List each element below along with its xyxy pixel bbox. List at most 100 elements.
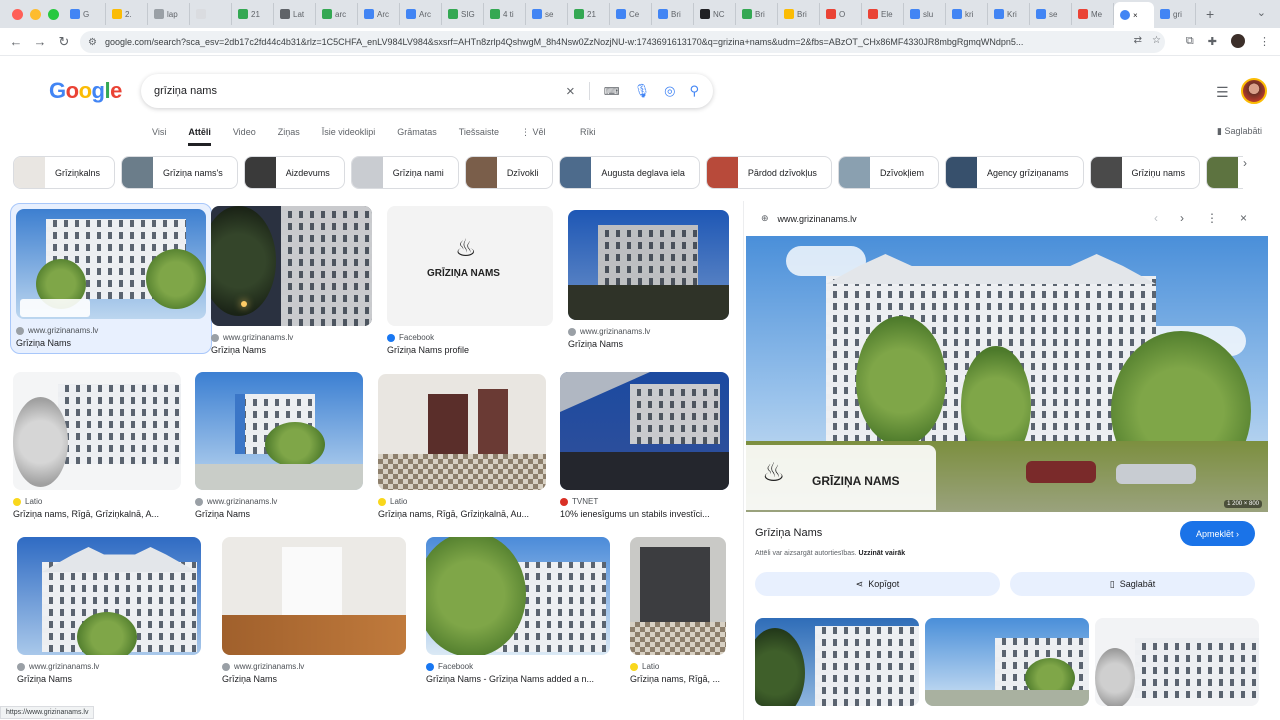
preview-image[interactable]: ♨ GRĪZIŅA NAMS 1 200 × 800	[746, 236, 1268, 512]
result-title[interactable]: Grīziņa Nams	[195, 509, 363, 519]
save-button[interactable]: ▯ Saglabāt	[1010, 572, 1255, 596]
result-thumbnail[interactable]	[222, 537, 406, 655]
image-result[interactable]: Latio Grīziņa nams, Rīgā, Grīziņkalnā, A.…	[13, 372, 181, 519]
search-tab[interactable]: Īsie videoklipi	[322, 127, 376, 146]
result-title[interactable]: Grīziņa Nams profile	[387, 345, 553, 355]
search-tab[interactable]: Grāmatas	[397, 127, 437, 146]
tab-search-icon[interactable]: ⌄	[1257, 6, 1266, 19]
result-thumbnail[interactable]	[17, 537, 201, 655]
search-icon[interactable]: ⚲	[689, 83, 699, 99]
minimize-window-button[interactable]	[30, 8, 41, 20]
related-chip[interactable]: Pārdod dzīvokļus	[705, 156, 832, 189]
browser-tab[interactable]: arc	[316, 3, 358, 25]
related-chip[interactable]: Dzī	[1206, 156, 1243, 189]
related-chip[interactable]: Aizdevums	[243, 156, 345, 189]
google-apps-icon[interactable]: ☰	[1216, 84, 1229, 101]
related-thumbnail[interactable]	[755, 618, 919, 706]
browser-tab[interactable]: Me	[1072, 3, 1114, 25]
browser-tab[interactable]: 21	[232, 3, 274, 25]
browser-tab[interactable]: SIG	[442, 3, 484, 25]
browser-tab[interactable]: Ce	[610, 3, 652, 25]
result-title[interactable]: Grīziņa Nams	[17, 674, 201, 684]
browser-tab[interactable]	[190, 3, 232, 25]
result-thumbnail[interactable]	[560, 372, 729, 490]
more-options-icon[interactable]: ⋮	[1206, 211, 1218, 225]
related-chip[interactable]: Grīziņa nami	[350, 156, 459, 189]
image-result[interactable]: www.grizinanams.lv Grīziņa Nams	[211, 206, 372, 355]
browser-tab[interactable]: Kri	[988, 3, 1030, 25]
image-result[interactable]: www.grizinanams.lv Grīziņa Nams	[222, 537, 406, 684]
related-chip[interactable]: Grīziņa nams's	[121, 156, 238, 189]
browser-tab[interactable]: Ele	[862, 3, 904, 25]
search-box[interactable]: grīziņa nams × ⌨ 🎙 ◎ ⚲	[141, 74, 713, 108]
share-button[interactable]: ⋖ Kopīgot	[755, 572, 1000, 596]
browser-tab[interactable]: Arc	[358, 3, 400, 25]
image-result[interactable]: www.grizinanams.lv Grīziņa Nams	[568, 210, 729, 349]
related-chip[interactable]: Grīziņu nams	[1089, 156, 1201, 189]
browser-tab[interactable]: lap	[148, 3, 190, 25]
browser-menu-icon[interactable]: ⋮	[1259, 35, 1270, 48]
result-title[interactable]: Grīziņa Nams	[222, 674, 406, 684]
browser-profile-avatar[interactable]	[1231, 34, 1245, 48]
next-image-icon[interactable]: ›	[1180, 211, 1184, 225]
bookmark-star-icon[interactable]: ☆	[1152, 35, 1161, 46]
image-result[interactable]: www.grizinanams.lv Grīziņa Nams	[17, 537, 201, 684]
browser-tab[interactable]: 2.	[106, 3, 148, 25]
browser-tab[interactable]: se	[526, 3, 568, 25]
related-chip[interactable]: Grīziņkalns	[13, 156, 116, 189]
related-chip[interactable]: Dzīvokļiem	[837, 156, 939, 189]
visit-button[interactable]: Apmeklēt ›	[1180, 521, 1255, 546]
browser-tab-active[interactable]: ×	[1114, 2, 1154, 28]
lens-icon[interactable]: ◎	[664, 83, 675, 99]
search-tab[interactable]: Video	[233, 127, 256, 146]
image-result[interactable]: www.grizinanams.lv Grīziņa Nams	[195, 372, 363, 519]
result-title[interactable]: Grīziņa nams, Rīgā, Grīziņkalnā, Au...	[378, 509, 546, 519]
browser-tab[interactable]: Lat	[274, 3, 316, 25]
address-bar[interactable]: ⚙ google.com/search?sca_esv=2db17c2fd44c…	[80, 31, 1165, 53]
chevron-right-icon[interactable]: ›	[1243, 156, 1247, 170]
close-tab-icon[interactable]: ×	[1133, 11, 1138, 20]
result-title[interactable]: Grīziņa nams, Rīgā, ...	[630, 674, 726, 684]
image-result[interactable]: Latio Grīziņa nams, Rīgā, ...	[630, 537, 726, 684]
search-tab[interactable]: ⋮ Vēl	[521, 127, 546, 146]
result-thumbnail[interactable]	[378, 374, 546, 490]
result-title[interactable]: Grīziņa Nams - Grīziņa Nams added a n...	[426, 674, 610, 684]
saved-images-link[interactable]: ▮ Saglabāti	[1217, 126, 1262, 137]
browser-tab[interactable]: gri	[1154, 3, 1196, 25]
result-thumbnail[interactable]	[568, 210, 729, 320]
browser-tab[interactable]: Bri	[652, 3, 694, 25]
result-thumbnail[interactable]	[195, 372, 363, 490]
browser-tab[interactable]: 4 ti	[484, 3, 526, 25]
search-tab[interactable]: Tiešsaiste	[459, 127, 499, 146]
search-tab[interactable]: Attēli	[188, 127, 211, 146]
related-chip[interactable]: Dzīvokli	[464, 156, 554, 189]
result-thumbnail[interactable]	[630, 537, 726, 655]
related-chip[interactable]: Agency grīziņanams	[944, 156, 1084, 189]
result-thumbnail[interactable]	[13, 372, 181, 490]
learn-more-link[interactable]: Uzzināt vairāk	[859, 550, 906, 557]
preview-source[interactable]: ⊕ www.grizinanams.lv	[761, 213, 857, 224]
forward-icon[interactable]: →	[28, 34, 52, 49]
image-result[interactable]: www.grizinanams.lv Grīziņa Nams	[10, 203, 212, 354]
close-window-button[interactable]	[12, 8, 23, 20]
result-thumbnail[interactable]	[16, 209, 206, 319]
browser-tab[interactable]: Bri	[736, 3, 778, 25]
search-input[interactable]: grīziņa nams	[154, 85, 217, 97]
google-logo[interactable]: Google	[49, 78, 122, 104]
search-tab[interactable]: Visi	[152, 127, 166, 146]
tools-button[interactable]: Rīki	[580, 127, 596, 137]
browser-tab[interactable]: kri	[946, 3, 988, 25]
site-info-icon[interactable]: ⚙	[88, 37, 97, 48]
related-thumbnail[interactable]	[925, 618, 1089, 706]
reload-icon[interactable]: ↻	[52, 34, 76, 50]
close-preview-icon[interactable]: ×	[1240, 211, 1247, 225]
result-thumbnail[interactable]	[426, 537, 610, 655]
result-title[interactable]: Grīziņa Nams	[568, 339, 729, 349]
image-result[interactable]: Facebook Grīziņa Nams - Grīziņa Nams adde…	[426, 537, 610, 684]
back-icon[interactable]: ←	[4, 34, 28, 49]
browser-tab[interactable]: slu	[904, 3, 946, 25]
extensions-icon[interactable]: ⧉	[1186, 35, 1194, 48]
clear-search-icon[interactable]: ×	[566, 83, 575, 100]
related-thumbnail[interactable]	[1095, 618, 1259, 706]
previous-image-icon[interactable]: ‹	[1154, 211, 1158, 225]
